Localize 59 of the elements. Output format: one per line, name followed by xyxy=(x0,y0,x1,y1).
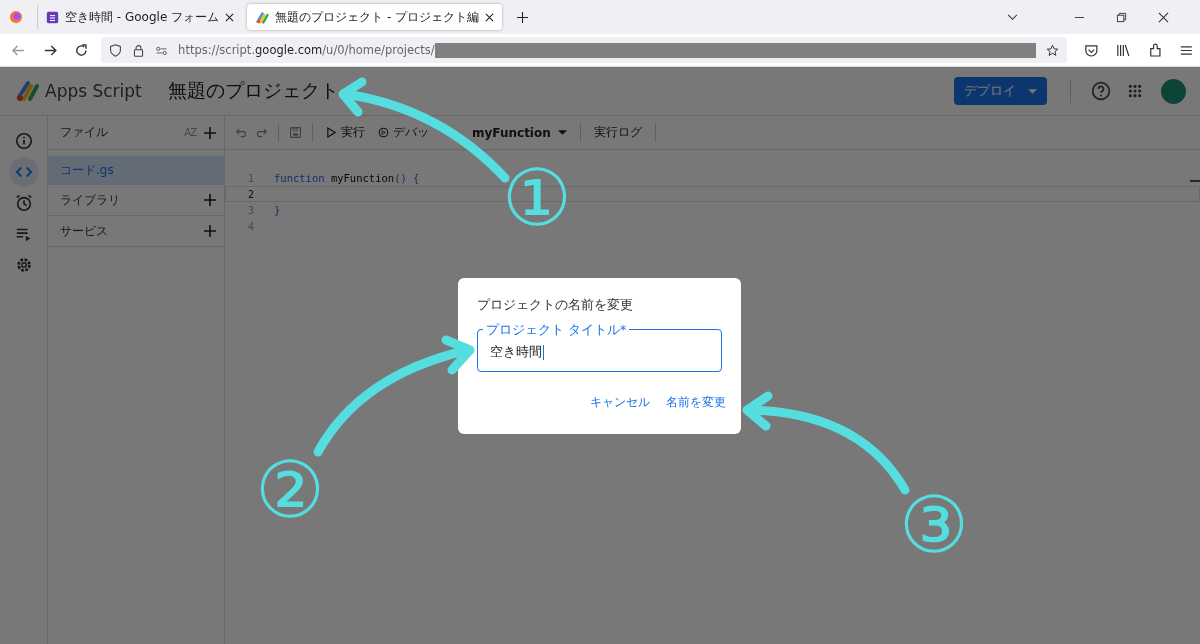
code-line: } xyxy=(274,204,281,216)
close-icon[interactable] xyxy=(1158,11,1169,23)
title-input-field[interactable]: プロジェクト タイトル* 空き時間 xyxy=(477,322,722,372)
deploy-button[interactable]: デプロイ xyxy=(954,77,1047,105)
star-icon[interactable] xyxy=(1046,43,1060,57)
app-name: Apps Script xyxy=(45,81,142,101)
caret-icon[interactable] xyxy=(1028,88,1037,94)
close-icon[interactable] xyxy=(225,12,235,22)
step-number: ③ xyxy=(899,480,969,570)
avatar[interactable] xyxy=(1161,78,1186,104)
section-label[interactable]: ライブラリ xyxy=(60,191,204,209)
extensions-icon[interactable] xyxy=(1147,42,1163,58)
file-item[interactable]: コード.gs xyxy=(48,156,224,185)
cancel-button[interactable]: キャンセル xyxy=(584,390,656,415)
debug-button[interactable]: デバッ xyxy=(375,124,432,141)
alarm-clock-icon[interactable] xyxy=(14,194,33,212)
close-icon[interactable] xyxy=(485,12,495,22)
add-icon[interactable] xyxy=(204,225,216,237)
lock-icon xyxy=(132,43,146,57)
library-icon[interactable] xyxy=(1115,42,1131,58)
help-icon[interactable] xyxy=(1091,81,1111,101)
save-icon[interactable] xyxy=(289,126,302,139)
apps-script-logo-icon xyxy=(16,80,40,102)
new-tab-icon[interactable] xyxy=(517,11,529,23)
browser-tab[interactable]: 無題のプロジェクト - プロジェクト編 xyxy=(247,4,503,30)
play-icon xyxy=(326,127,337,138)
code-line: function myFunction() { xyxy=(274,172,420,184)
nav-rail-item[interactable] xyxy=(8,157,39,187)
add-icon[interactable] xyxy=(204,194,216,206)
info-icon[interactable] xyxy=(14,132,33,150)
section-label[interactable]: サービス xyxy=(60,222,204,240)
shield-icon xyxy=(109,43,123,57)
rename-button[interactable]: 名前を変更 xyxy=(660,390,732,415)
settings-icon[interactable] xyxy=(14,256,33,274)
address-bar[interactable]: https://script.google.com/u/0/home/projects/ xyxy=(101,37,1068,63)
step-number: ① xyxy=(502,153,572,243)
pocket-icon[interactable] xyxy=(1084,42,1099,58)
add-icon[interactable] xyxy=(204,126,216,139)
form-icon xyxy=(46,10,59,24)
reload-icon[interactable] xyxy=(74,42,90,58)
redo-icon[interactable] xyxy=(255,126,268,139)
function-dropdown[interactable]: myFunction xyxy=(469,125,570,140)
caret-icon xyxy=(557,130,567,135)
files-heading: ファイル xyxy=(60,124,109,141)
chevron-down-icon[interactable] xyxy=(1007,13,1018,21)
debug-icon xyxy=(378,127,389,138)
undo-icon[interactable] xyxy=(235,126,248,139)
apps-grid-icon[interactable] xyxy=(1128,84,1142,98)
run-button[interactable]: 実行 xyxy=(323,124,368,141)
url-text: https://script.google.com/u/0/home/projects/ xyxy=(178,43,435,57)
restore-icon[interactable] xyxy=(1116,11,1127,23)
browser-logo-icon[interactable] xyxy=(9,10,23,24)
script-logo-icon xyxy=(256,10,270,24)
step-number: ② xyxy=(255,445,325,535)
dialog-title: プロジェクトの名前を変更 xyxy=(477,296,634,314)
browser-tab[interactable]: 空き時間 - Google フォーム xyxy=(37,4,243,30)
line-number: 2 xyxy=(246,188,254,200)
project-title[interactable]: 無題のプロジェクト xyxy=(167,78,339,104)
execution-log-button[interactable]: 実行ログ xyxy=(590,124,645,141)
